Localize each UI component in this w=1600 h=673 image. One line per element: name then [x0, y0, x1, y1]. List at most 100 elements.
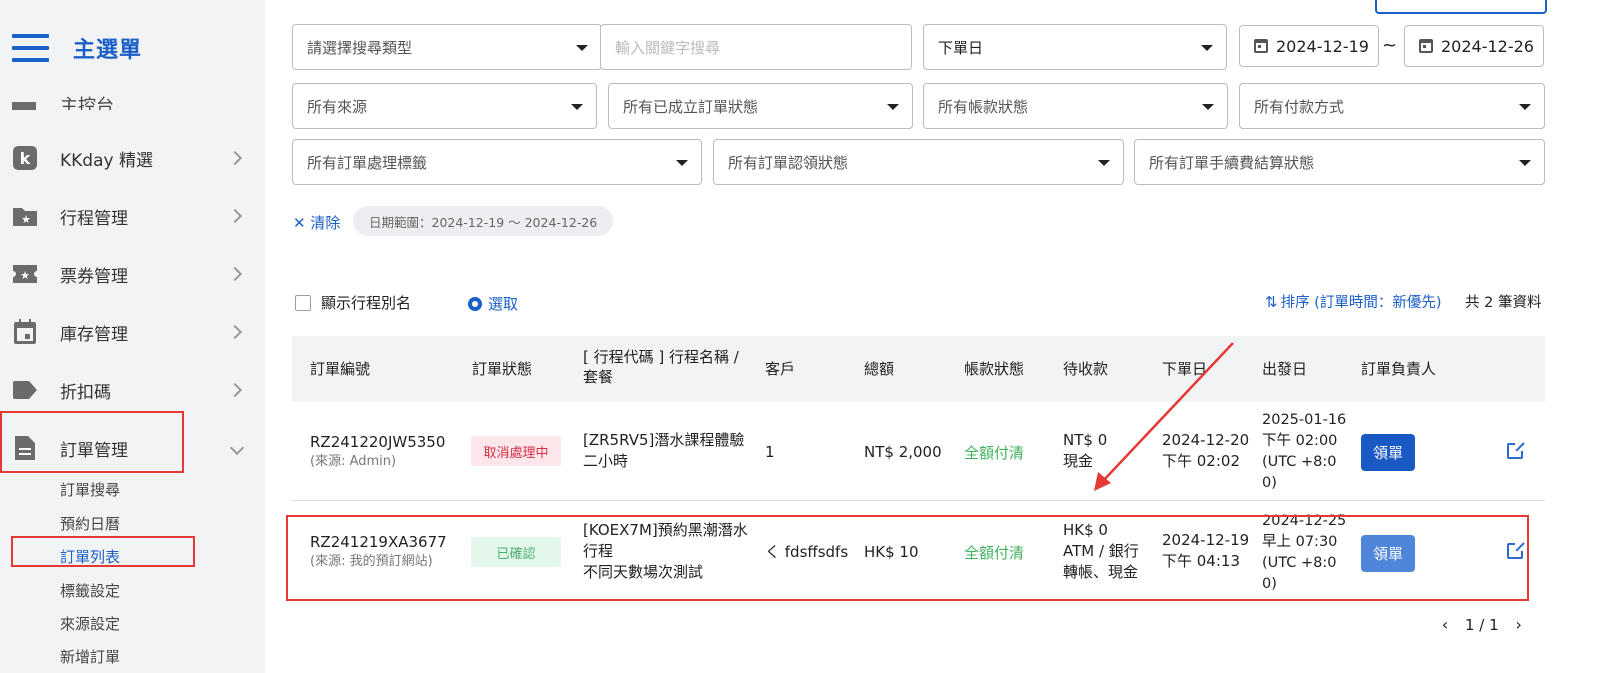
sidebar-subitem-tag-settings[interactable]: 標籤設定: [60, 580, 120, 601]
table-header: 訂單編號 訂單狀態 [ 行程代碼 ] 行程名稱 / 套餐 客戶 總額 帳款狀態 …: [292, 336, 1545, 402]
header-product-line1: [ 行程代碼 ] 行程名稱 /: [583, 348, 739, 366]
caret-down-icon: [1202, 104, 1214, 110]
sidebar-subitem-order-search[interactable]: 訂單搜尋: [60, 479, 120, 500]
keyword-search-input[interactable]: 輸入關鍵字搜尋: [600, 24, 912, 70]
account-status-value: 所有帳款狀態: [938, 97, 1029, 116]
svg-text:★: ★: [20, 269, 30, 282]
date-range-chip[interactable]: 日期範圍：2024-12-19 ～ 2024-12-26: [353, 206, 614, 236]
departure-cell: 2025-01-16 下午 02:00 (UTC +8:0 0): [1262, 410, 1346, 494]
header-departure: 出發日: [1262, 360, 1308, 378]
gear-icon: [468, 296, 482, 311]
header-account: 帳款狀態: [964, 360, 1025, 378]
account-status-select[interactable]: 所有帳款狀態: [923, 83, 1228, 129]
show-alias-checkbox[interactable]: [295, 294, 311, 311]
sidebar-subitem-source-settings[interactable]: 來源設定: [60, 613, 120, 634]
tag-icon: [12, 377, 38, 403]
order-status-select[interactable]: 所有已成立訂單狀態: [608, 83, 913, 129]
date-type-select[interactable]: 下單日: [923, 24, 1227, 70]
chevron-right-icon: [227, 266, 243, 282]
chevron-right-icon: [227, 208, 243, 224]
keyword-placeholder: 輸入關鍵字搜尋: [615, 38, 721, 57]
date-type-value: 下單日: [938, 38, 984, 57]
caret-down-icon: [676, 160, 688, 166]
header-receivable: 待收款: [1063, 360, 1109, 378]
sidebar-item-kkday[interactable]: k KKday 精選: [0, 133, 265, 183]
order-status-value: 所有已成立訂單狀態: [623, 97, 759, 116]
folder-star-icon: ★: [12, 203, 38, 229]
search-type-select[interactable]: 請選擇搜尋類型: [292, 24, 602, 70]
header-owner: 訂單負責人: [1361, 360, 1437, 378]
departure-tz: (UTC +8:0: [1262, 454, 1337, 471]
product-cell[interactable]: [ZR5RV5]潛水課程體驗 二小時: [583, 430, 744, 472]
source-select[interactable]: 所有來源: [292, 83, 597, 129]
order-time: 下午 02:02: [1162, 452, 1240, 470]
annotation-highlight-row: [286, 515, 1529, 601]
calendar-icon: [1419, 39, 1433, 53]
product-line: [ZR5RV5]潛水課程體驗: [583, 431, 745, 449]
fee-status-select[interactable]: 所有訂單手續費結算狀態: [1134, 139, 1545, 185]
external-link-icon[interactable]: [1507, 441, 1525, 459]
caret-down-icon: [576, 45, 588, 51]
receivable-cell: NT$ 0 現金: [1063, 430, 1107, 472]
claim-status-value: 所有訂單認領狀態: [728, 153, 849, 172]
ticket-star-icon: ★: [12, 261, 38, 287]
show-alias-toggle[interactable]: 顯示行程別名: [295, 292, 411, 313]
receivable-amount: NT$ 0: [1063, 431, 1108, 449]
sidebar-subitem-new-order[interactable]: 新增訂單: [60, 646, 120, 667]
claim-button[interactable]: 領單: [1361, 434, 1415, 471]
product-line: 二小時: [583, 452, 629, 470]
header-order-date: 下單日: [1162, 360, 1208, 378]
claim-status-select[interactable]: 所有訂單認領狀態: [713, 139, 1124, 185]
chevron-right-icon: [227, 150, 243, 166]
annotation-highlight-order-list: [11, 536, 195, 567]
sidebar-item-label: KKday 精選: [60, 150, 153, 171]
dashboard-icon: [12, 102, 36, 110]
page-indicator: 1 / 1: [1465, 615, 1499, 634]
fee-status-value: 所有訂單手續費結算狀態: [1149, 153, 1315, 172]
date-to-field[interactable]: 2024-12-26: [1404, 25, 1544, 67]
sidebar-item-tickets[interactable]: ★ 票券管理: [0, 249, 265, 299]
sidebar-item-dashboard[interactable]: 主控台: [12, 96, 242, 110]
show-alias-label: 顯示行程別名: [321, 294, 412, 312]
payment-method-select[interactable]: 所有付款方式: [1239, 83, 1545, 129]
table-row[interactable]: RZ241220JW5350 (來源: Admin) 取消處理中 [ZR5RV5…: [292, 402, 1545, 501]
header-product: [ 行程代碼 ] 行程名稱 / 套餐: [583, 348, 739, 387]
pagination: ‹ 1 / 1 ›: [1435, 615, 1529, 634]
sidebar-item-inventory[interactable]: 庫存管理: [0, 307, 265, 357]
chevron-right-icon[interactable]: ›: [1509, 615, 1529, 634]
date-from-field[interactable]: 2024-12-19: [1239, 25, 1379, 67]
kkday-logo-icon: k: [12, 145, 38, 171]
hamburger-icon[interactable]: [12, 34, 49, 62]
sidebar-item-itinerary[interactable]: ★ 行程管理: [0, 191, 265, 241]
caret-down-icon: [571, 104, 583, 110]
sidebar-item-label: 票券管理: [60, 266, 128, 287]
caret-down-icon: [1201, 45, 1213, 51]
sidebar-item-discount[interactable]: 折扣碼: [0, 365, 265, 415]
sort-button[interactable]: ⇅ 排序 (訂單時間：新優先): [1265, 291, 1442, 312]
caret-down-icon: [1519, 160, 1531, 166]
select-label: 選取: [488, 295, 519, 313]
sidebar-item-label: 庫存管理: [60, 324, 128, 345]
calendar-icon: [1254, 39, 1268, 53]
header-order-no: 訂單編號: [310, 360, 371, 378]
order-no: RZ241220JW5350: [310, 433, 446, 451]
sidebar-item-label: 主控台: [60, 96, 114, 110]
svg-text:k: k: [20, 149, 31, 168]
header-total: 總額: [864, 360, 895, 378]
select-button[interactable]: 選取: [468, 293, 518, 314]
source-value: 所有來源: [307, 97, 368, 116]
processing-tag-value: 所有訂單處理標籤: [307, 153, 428, 172]
date-separator: ~: [1382, 35, 1398, 56]
top-action-button[interactable]: [1375, 0, 1547, 14]
header-product-line2: 套餐: [583, 367, 614, 386]
departure-tz-end: 0): [1262, 475, 1277, 492]
sidebar-item-label: 折扣碼: [60, 382, 111, 403]
chevron-left-icon[interactable]: ‹: [1435, 615, 1455, 634]
sidebar-subitem-booking-calendar[interactable]: 預約日曆: [60, 513, 120, 534]
annotation-highlight-orders: [0, 411, 184, 473]
order-no-cell[interactable]: RZ241220JW5350 (來源: Admin): [310, 432, 445, 471]
date-from-value: 2024-12-19: [1276, 36, 1369, 56]
processing-tag-select[interactable]: 所有訂單處理標籤: [292, 139, 702, 185]
calendar-icon: [12, 319, 38, 345]
clear-filters-link[interactable]: ✕ 清除: [293, 212, 340, 233]
